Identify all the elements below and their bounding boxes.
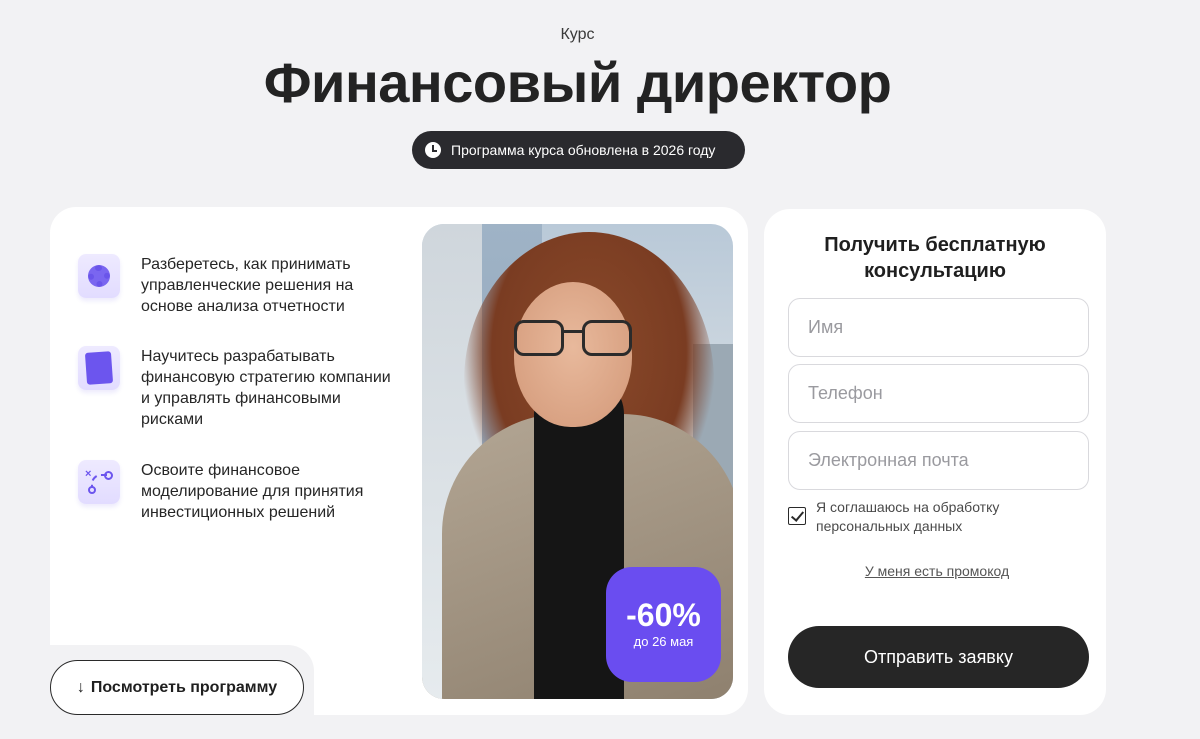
consent-checkbox[interactable] [788,507,806,525]
consent-row: Я соглашаюсь на обработку персональных д… [788,498,1089,536]
feature-text: Научитесь разрабатывать финансовую страт… [141,348,391,428]
discount-percent: -60% [626,597,701,633]
gear-icon [78,254,120,298]
course-eyebrow: Курс [560,26,595,43]
consent-label: Я соглашаюсь на обработку персональных д… [816,499,1000,534]
feature-text: Освоите финансовое моделирование для при… [141,462,364,521]
clock-icon [425,142,441,158]
feature-item: Научитесь разрабатывать финансовую страт… [78,346,401,430]
update-badge: Программа курса обновлена в 2026 году [412,131,745,169]
email-field[interactable] [788,431,1089,490]
view-program-label: Посмотреть программу [90,678,278,696]
promo-code-link[interactable]: У меня есть промокод [764,563,1110,579]
form-title: Получить бесплатную консультацию [824,234,1046,282]
feature-item: × Освоите финансовое моделирование для п… [78,460,401,523]
page-title: Финансовый директор [263,51,892,114]
route-icon: × [78,460,120,504]
phone-field[interactable] [788,364,1089,423]
update-badge-text: Программа курса обновлена в 2026 году [451,142,716,158]
view-program-button[interactable]: ↓ Посмотреть программу [50,660,304,715]
discount-badge: -60% до 26 мая [606,567,721,682]
submit-button[interactable]: Отправить заявку [788,626,1089,688]
discount-deadline: до 26 мая [633,634,694,649]
arrow-down-icon: ↓ [76,678,85,696]
feature-text: Разберетесь, как принимать управленчески… [141,256,354,315]
name-field[interactable] [788,298,1089,357]
tablet-icon [78,346,120,390]
feature-item: Разберетесь, как принимать управленчески… [78,254,401,317]
